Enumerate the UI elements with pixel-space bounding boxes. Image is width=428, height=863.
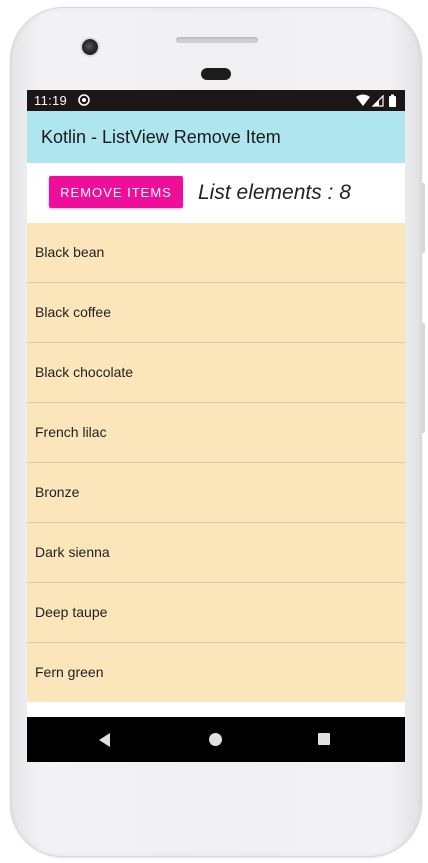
list-item[interactable]: Fern green <box>27 643 405 702</box>
remove-items-button[interactable]: REMOVE ITEMS <box>49 176 183 208</box>
list-item[interactable]: Black bean <box>27 223 405 283</box>
action-row: REMOVE ITEMS List elements : 8 <box>27 163 405 223</box>
list-item[interactable]: Black coffee <box>27 283 405 343</box>
recents-icon[interactable] <box>318 733 330 745</box>
earpiece-speaker <box>176 37 258 43</box>
app-bar: Kotlin - ListView Remove Item <box>27 111 405 163</box>
screenshot-stage: 11:19 Kotlin - ListView Remove Item REMO… <box>0 0 428 863</box>
list-item[interactable]: Black chocolate <box>27 343 405 403</box>
list-item-label: Fern green <box>35 664 104 680</box>
list-item[interactable]: Dark sienna <box>27 523 405 583</box>
status-time: 11:19 <box>34 93 68 108</box>
wifi-icon <box>356 94 370 106</box>
status-icons-group <box>356 94 396 107</box>
volume-button <box>421 183 425 253</box>
cellular-signal-icon <box>371 94 384 107</box>
device-screen: 11:19 Kotlin - ListView Remove Item REMO… <box>27 90 405 762</box>
list-item-label: Dark sienna <box>35 544 110 560</box>
navigation-bar <box>27 717 405 762</box>
color-list: Black bean Black coffee Black chocolate … <box>27 223 405 702</box>
sync-icon <box>78 94 90 106</box>
list-item[interactable]: Bronze <box>27 463 405 523</box>
power-button <box>421 323 425 433</box>
list-item-label: Black bean <box>35 244 105 260</box>
app-title: Kotlin - ListView Remove Item <box>41 127 281 147</box>
list-item-label: Black chocolate <box>35 364 134 380</box>
list-item-label: French lilac <box>35 424 107 440</box>
home-icon[interactable] <box>209 733 222 746</box>
back-icon[interactable] <box>99 733 110 747</box>
list-item-label: Bronze <box>35 484 80 500</box>
list-item-label: Deep taupe <box>35 604 108 620</box>
list-item[interactable]: French lilac <box>27 403 405 463</box>
front-camera <box>82 39 98 55</box>
list-count-label: List elements : 8 <box>198 181 351 204</box>
status-bar: 11:19 <box>27 90 405 111</box>
battery-icon <box>389 94 396 107</box>
list-item[interactable]: Deep taupe <box>27 583 405 643</box>
list-item-label: Black coffee <box>35 304 112 320</box>
proximity-sensor <box>201 68 231 80</box>
